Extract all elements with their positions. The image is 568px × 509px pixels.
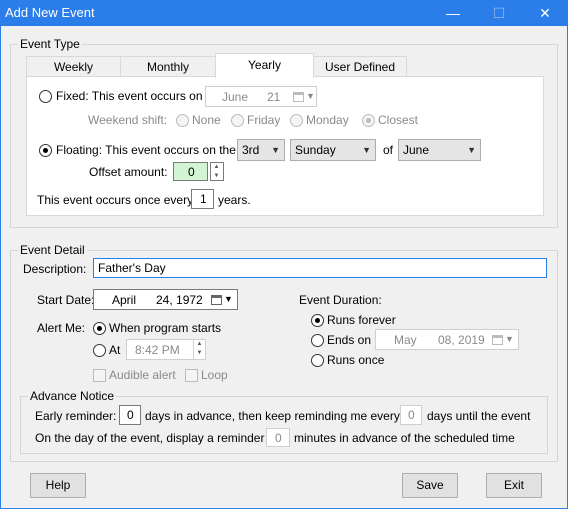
chevron-down-icon[interactable]: ▼ [224, 294, 233, 304]
alert-at-radio[interactable] [93, 344, 106, 357]
early-reminder-label: Early reminder: [35, 409, 117, 423]
day-of-suffix-text: minutes in advance of the scheduled time [294, 431, 515, 445]
audible-alert-label: Audible alert [109, 368, 176, 382]
offset-value: 0 [188, 165, 195, 179]
chevron-down-icon: ▼ [362, 145, 371, 155]
save-button[interactable]: Save [402, 473, 458, 498]
start-date-label: Start Date: [37, 293, 95, 307]
early-mid-text: days in advance, then keep reminding me … [145, 409, 400, 423]
runs-forever-label: Runs forever [327, 313, 396, 327]
minimize-button[interactable]: — [430, 0, 476, 26]
ordinal-select[interactable]: 3rd ▼ [237, 139, 285, 161]
floating-month-value: June [403, 143, 430, 157]
close-button[interactable]: ✕ [522, 0, 568, 26]
fixed-month: June [222, 90, 249, 104]
duration-label: Event Duration: [299, 293, 382, 307]
recurrence-value: 1 [200, 192, 207, 206]
alert-when-starts-label: When program starts [109, 321, 222, 335]
fixed-radio[interactable] [39, 90, 52, 103]
weekend-none-label: None [192, 113, 221, 127]
early-days-input[interactable]: 0 [119, 405, 141, 425]
offset-input[interactable]: 0 [173, 162, 208, 181]
tab-weekly[interactable]: Weekly [26, 56, 121, 77]
calendar-icon [492, 335, 503, 345]
weekend-closest-radio [362, 114, 375, 127]
fixed-date-picker: June 21 ▼ [205, 86, 317, 107]
alert-time-spinner: ▲ ▼ [193, 340, 205, 359]
offset-spinner[interactable]: ▲ ▼ [210, 162, 224, 181]
description-value: Father's Day [98, 261, 166, 275]
maximize-button: ☐ [492, 5, 506, 21]
chevron-down-icon: ▼ [271, 145, 280, 155]
start-day-year: 24, 1972 [156, 293, 203, 307]
day-of-prefix-text: On the day of the event, display a remin… [35, 431, 265, 445]
weekend-friday-radio [231, 114, 244, 127]
chevron-down-icon: ▼ [306, 91, 315, 101]
floating-label: Floating: This event occurs on the [56, 143, 236, 157]
title-bar: Add New Event — ☐ ✕ [0, 0, 568, 26]
ends-on-date-picker: May 08, 2019 ▼ [375, 329, 519, 350]
weekend-friday-label: Friday [247, 113, 281, 127]
weekend-monday-radio [290, 114, 303, 127]
tab-user-defined[interactable]: User Defined [313, 56, 407, 77]
runs-once-label: Runs once [327, 353, 385, 367]
early-suffix-text: days until the event [427, 409, 531, 423]
loop-checkbox [185, 369, 198, 382]
minutes-input: 0 [266, 428, 290, 447]
recurrence-prefix: This event occurs once every [37, 193, 194, 207]
chevron-down-icon: ▼ [505, 334, 514, 344]
fixed-label: Fixed: This event occurs on [56, 89, 203, 103]
alert-when-starts-radio[interactable] [93, 322, 106, 335]
event-detail-label: Event Detail [18, 243, 87, 257]
ends-month: May [394, 333, 417, 347]
runs-forever-radio[interactable] [311, 314, 324, 327]
every-days-value: 0 [408, 408, 415, 422]
recurrence-input[interactable]: 1 [191, 189, 214, 209]
calendar-icon[interactable] [211, 295, 222, 305]
floating-month-select[interactable]: June ▼ [398, 139, 481, 161]
tab-monthly[interactable]: Monthly [120, 56, 216, 77]
alert-time-value: 8:42 PM [135, 343, 180, 357]
advance-notice-label: Advance Notice [28, 389, 117, 403]
alert-me-label: Alert Me: [37, 321, 86, 335]
start-date-picker[interactable]: April 24, 1972 ▼ [93, 289, 238, 310]
of-label: of [383, 143, 394, 157]
early-days-value: 0 [127, 408, 134, 422]
event-type-label: Event Type [18, 37, 82, 51]
spin-up-icon[interactable]: ▲ [211, 163, 222, 172]
ends-day-year: 08, 2019 [438, 333, 485, 347]
runs-once-radio[interactable] [311, 354, 324, 367]
calendar-icon [293, 92, 304, 102]
offset-label: Offset amount: [89, 165, 168, 179]
every-days-input: 0 [400, 405, 422, 425]
exit-button[interactable]: Exit [486, 473, 542, 498]
ends-on-label: Ends on [327, 333, 372, 347]
weekend-monday-label: Monday [306, 113, 349, 127]
spin-down-icon[interactable]: ▼ [211, 172, 222, 181]
recurrence-suffix: years. [218, 193, 251, 207]
weekday-select[interactable]: Sunday ▼ [290, 139, 376, 161]
ends-on-radio[interactable] [311, 334, 324, 347]
tab-yearly[interactable]: Yearly [215, 53, 314, 78]
weekend-none-radio [176, 114, 189, 127]
description-label: Description: [23, 262, 87, 276]
alert-at-label: At [109, 343, 121, 357]
window-title: Add New Event [5, 5, 95, 20]
spin-down-icon: ▼ [196, 350, 203, 356]
floating-radio[interactable] [39, 144, 52, 157]
audible-alert-checkbox [93, 369, 106, 382]
minutes-value: 0 [275, 431, 282, 445]
weekend-closest-label: Closest [378, 113, 419, 127]
alert-time-input: 8:42 PM ▲ ▼ [126, 339, 206, 360]
start-month: April [112, 293, 137, 307]
weekday-value: Sunday [295, 143, 336, 157]
fixed-day: 21 [267, 90, 281, 104]
help-button[interactable]: Help [30, 473, 86, 498]
loop-label: Loop [201, 368, 228, 382]
weekend-shift-label: Weekend shift: [88, 113, 168, 127]
chevron-down-icon: ▼ [467, 145, 476, 155]
description-input[interactable]: Father's Day [93, 258, 547, 278]
ordinal-value: 3rd [242, 143, 260, 157]
